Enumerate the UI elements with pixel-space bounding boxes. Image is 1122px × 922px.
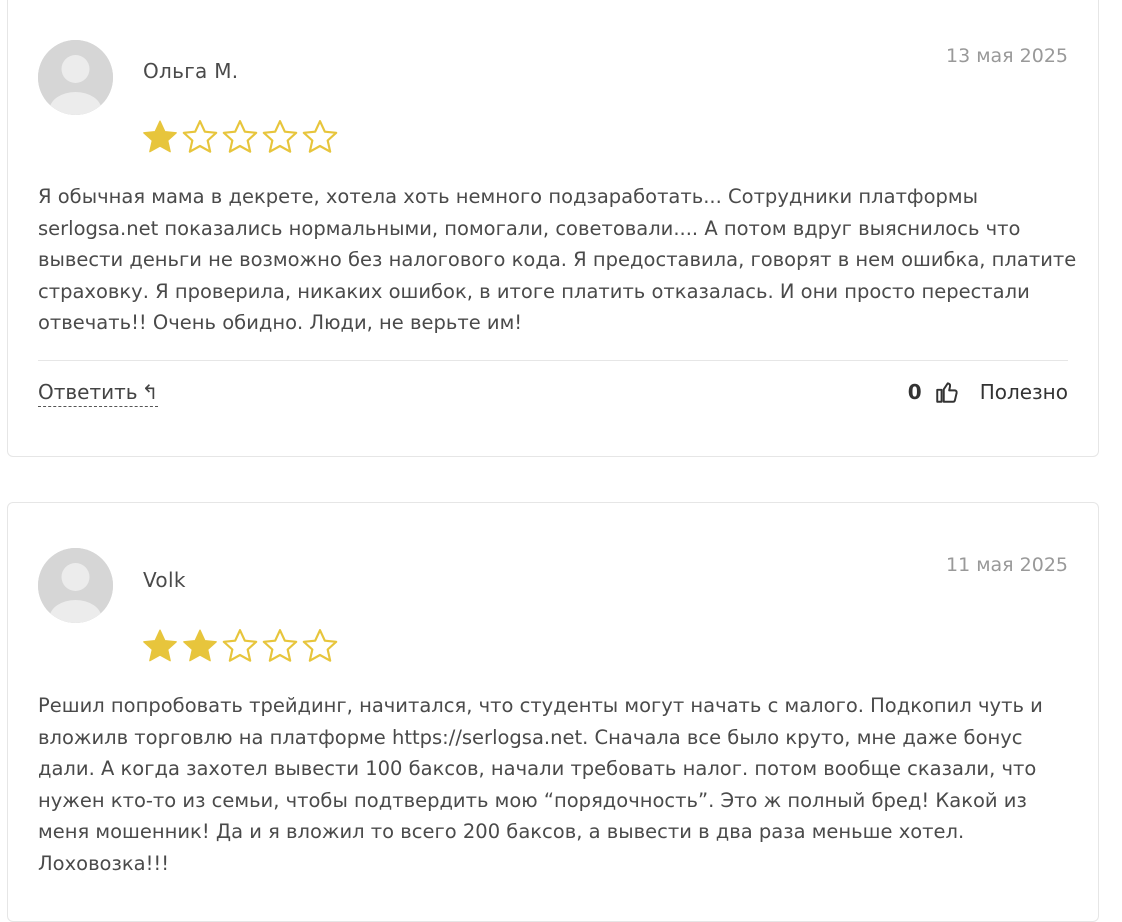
star-empty-icon	[262, 629, 298, 662]
default-user-icon	[38, 548, 113, 623]
avatar	[38, 548, 113, 623]
star-empty-icon	[262, 120, 298, 153]
review-card: Volk 11 мая 2025 Решил попробовать трейд…	[7, 502, 1099, 922]
review-author: Ольга М.	[143, 59, 239, 83]
star-filled-icon	[143, 629, 177, 662]
thumbs-up-icon[interactable]	[934, 379, 960, 405]
star-empty-icon	[222, 120, 258, 153]
star-filled-icon	[143, 120, 177, 153]
review-card: Ольга М. 13 мая 2025 Я обычная мама в де…	[7, 0, 1099, 457]
star-empty-icon	[222, 629, 258, 662]
divider	[38, 360, 1068, 361]
helpful-vote: 0 Полезно	[908, 379, 1068, 405]
review-date: 13 мая 2025	[945, 45, 1068, 67]
reply-label: Ответить	[38, 380, 138, 404]
reply-button[interactable]: Ответить ↰	[38, 380, 159, 407]
star-rating	[140, 117, 340, 157]
helpful-label[interactable]: Полезно	[980, 380, 1068, 404]
review-text: Решил попробовать трейдинг, начитался, ч…	[38, 694, 1043, 875]
reply-arrow-icon: ↰	[141, 380, 159, 404]
review-author: Volk	[143, 568, 186, 592]
default-user-icon	[38, 40, 113, 115]
star-empty-icon	[302, 120, 338, 153]
star-empty-icon	[182, 120, 218, 153]
star-empty-icon	[302, 629, 338, 662]
review-date: 11 мая 2025	[945, 554, 1068, 576]
helpful-count: 0	[907, 380, 922, 404]
star-rating	[140, 626, 340, 666]
avatar	[38, 40, 113, 115]
star-filled-icon	[183, 629, 217, 662]
review-text: Я обычная мама в декрете, хотела хоть не…	[38, 185, 1077, 334]
